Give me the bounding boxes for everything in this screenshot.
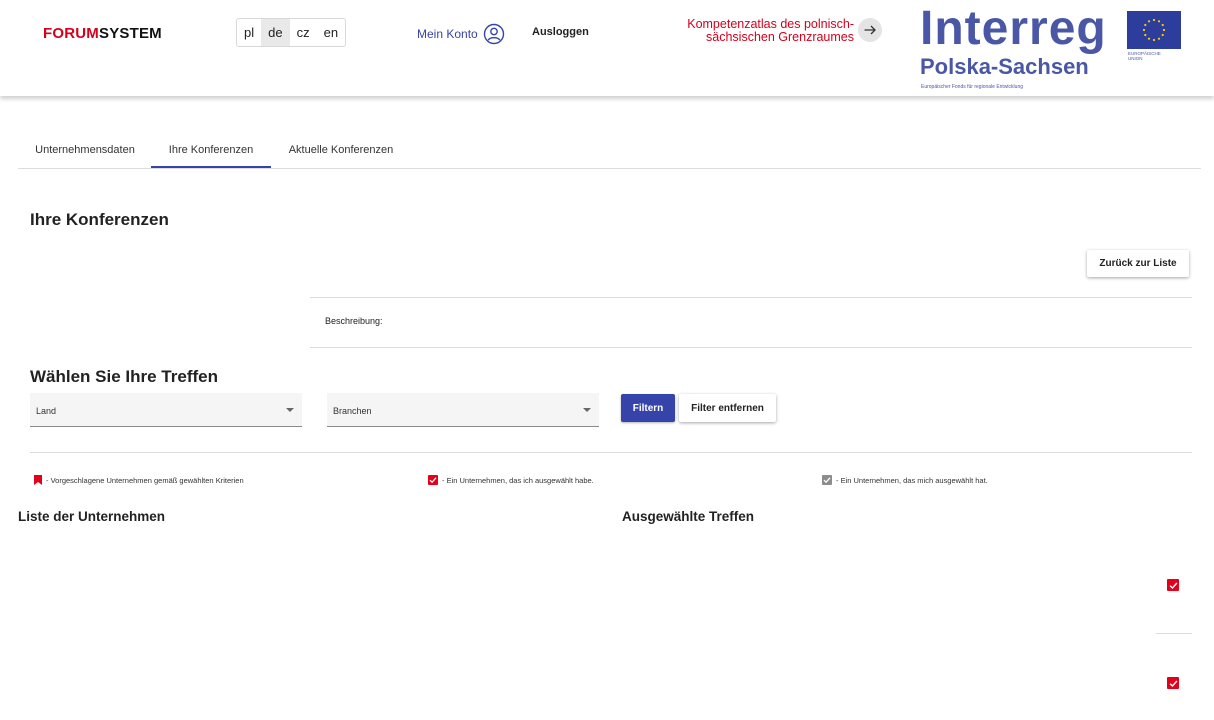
clear-filter-button[interactable]: Filter entfernen [679,394,776,422]
tab-company-data[interactable]: Unternehmensdaten [26,132,144,168]
atlas-line2: sächsischen Grenzraumes [706,30,854,44]
eu-flag-icon [1127,11,1181,49]
divider [1156,633,1192,634]
brand-part2: SYSTEM [99,25,162,42]
divider [30,452,1192,453]
page-title: Ihre Konferenzen [30,210,169,229]
competence-atlas-link[interactable]: Kompetenzatlas des polnisch- sächsischen… [676,18,854,44]
tab-your-conferences[interactable]: Ihre Konferenzen [151,132,271,168]
tab-bar: Unternehmensdaten Ihre Konferenzen Aktue… [18,132,1201,169]
country-select-label: Land [36,406,57,416]
header: FORUMSYSTEM pl de cz en Mein Konto Auslo… [0,0,1214,96]
checkbox-checked-grey-icon [822,475,832,485]
interreg-fund-text: Europäischer Fonds für regionale Entwick… [921,84,1023,90]
eu-label-line2: UNION [1128,56,1143,61]
company-list-title: Liste der Unternehmen [18,509,166,524]
country-select[interactable]: Land [30,393,302,427]
legend-suggested: - Vorgeschlagene Unternehmen gemäß gewäh… [34,475,244,485]
legend-suggested-text: - Vorgeschlagene Unternehmen gemäß gewäh… [46,475,244,485]
caret-down-icon [286,408,294,412]
user-circle-icon [483,23,504,45]
checkbox-checked-red-icon [428,475,438,485]
filter-button[interactable]: Filtern [621,394,675,422]
selected-meetings-title: Ausgewählte Treffen [622,509,755,524]
my-account-label: Mein Konto [417,27,478,41]
brand-logo[interactable]: FORUMSYSTEM [43,25,162,42]
legend-selected-me-text: - Ein Unternehmen, das mich ausgewählt h… [836,475,988,485]
my-account-link[interactable]: Mein Konto [417,23,505,45]
lang-en[interactable]: en [317,19,345,46]
legend-selected-me: - Ein Unternehmen, das mich ausgewählt h… [822,475,988,485]
meeting-checkbox[interactable] [1167,677,1179,689]
industry-select-label: Branchen [333,406,372,416]
description-label: Beschreibung: [325,316,383,326]
arrow-right-icon[interactable] [858,18,882,42]
interreg-region-text: Polska-Sachsen [920,54,1089,79]
legend-selected-by-me-text: - Ein Unternehmen, das ich ausgewählt ha… [442,475,594,485]
industry-select[interactable]: Branchen [327,393,599,427]
back-to-list-button[interactable]: Zurück zur Liste [1087,250,1189,277]
lang-cz[interactable]: cz [290,19,317,46]
divider [310,297,1192,298]
language-switcher: pl de cz en [236,18,347,47]
lang-de[interactable]: de [261,19,290,46]
brand-part1: FORUM [43,25,99,42]
eu-label: EUROPÄISCHE UNION [1128,51,1161,61]
tab-current-conferences[interactable]: Aktuelle Konferenzen [278,132,404,168]
divider [310,347,1192,348]
bookmark-icon [34,475,42,485]
legend-selected-by-me: - Ein Unternehmen, das ich ausgewählt ha… [428,475,594,485]
meetings-title: Wählen Sie Ihre Treffen [30,367,218,386]
meeting-checkbox[interactable] [1167,579,1179,591]
interreg-logo-text: Interreg [920,2,1107,55]
logout-link[interactable]: Ausloggen [532,26,589,38]
lang-pl[interactable]: pl [237,19,261,46]
caret-down-icon [583,408,591,412]
